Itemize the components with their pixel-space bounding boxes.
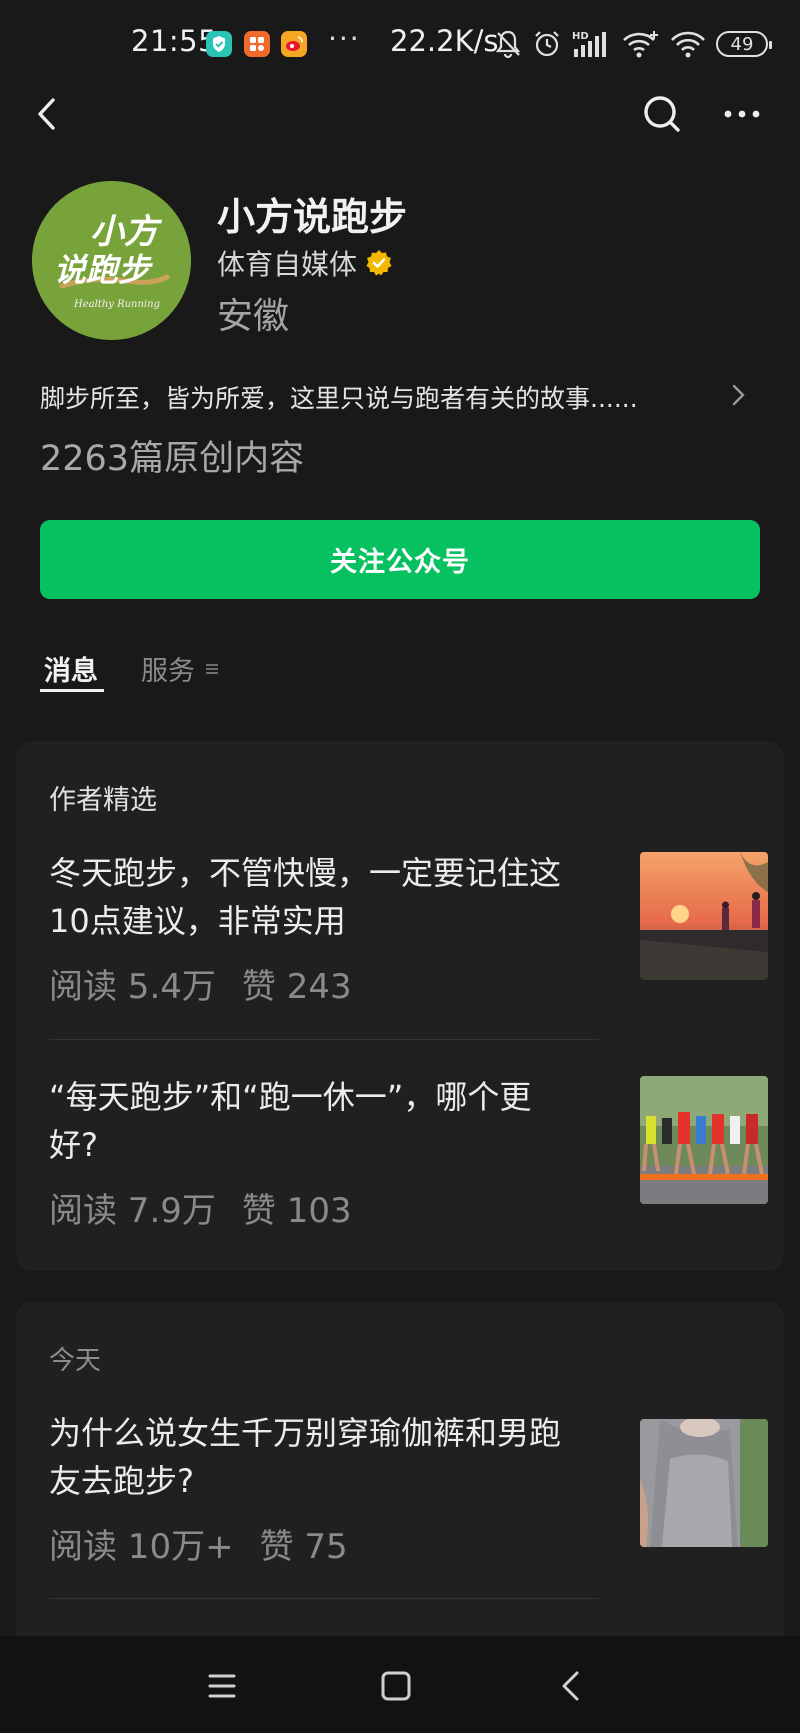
- article-meta: 阅读 10万+ 赞 75: [49, 1519, 374, 1568]
- article-reads: 阅读 5.4万: [49, 967, 216, 1007]
- article-reads: 阅读 10万+: [49, 1527, 234, 1567]
- article-likes: 赞 103: [241, 1191, 352, 1231]
- chevron-right-icon[interactable]: [728, 380, 750, 410]
- account-region: 安徽: [217, 296, 290, 337]
- status-more-dots: ···: [328, 22, 361, 55]
- article-likes: 赞 75: [259, 1527, 348, 1567]
- original-count: 2263篇原创内容: [40, 439, 305, 479]
- tab-services[interactable]: 服务: [141, 649, 195, 688]
- network-speed: 22.2K/s: [390, 24, 499, 58]
- account-category: 体育自媒体: [217, 248, 358, 281]
- back-arrow-icon[interactable]: [26, 92, 70, 136]
- account-name: 小方说跑步: [217, 195, 408, 239]
- follow-button[interactable]: 关注公众号: [40, 520, 760, 599]
- battery-level: 49: [730, 33, 754, 55]
- avatar-tagline: Healthy Running: [73, 299, 160, 310]
- article-divider: [49, 1039, 599, 1040]
- avatar[interactable]: 小方 说跑步 Healthy Running: [32, 181, 191, 340]
- hd-signal-icon: HD: [572, 31, 606, 57]
- nav-back-icon[interactable]: [552, 1666, 592, 1706]
- article-thumbnail[interactable]: [640, 1076, 768, 1204]
- account-bio[interactable]: 脚步所至，皆为所爱，这里只说与跑者有关的故事......: [40, 379, 740, 415]
- photo-app-icon: [244, 31, 270, 57]
- svg-text:HD: HD: [572, 31, 589, 42]
- article-reads: 阅读 7.9万: [49, 1191, 216, 1231]
- verified-badge-icon: [366, 250, 392, 276]
- featured-card: 作者精选 冬天跑步，不管快慢，一定要记住这10点建议，非常实用 阅读 5.4万赞…: [16, 741, 784, 1271]
- article-title[interactable]: 为什么说女生千万别穿瑜伽裤和男跑友去跑步?: [49, 1409, 579, 1505]
- featured-label: 作者精选: [49, 785, 157, 816]
- services-menu-icon[interactable]: [205, 662, 219, 676]
- article-meta: 阅读 5.4万赞 243: [49, 959, 378, 1008]
- shield-app-icon: [206, 31, 232, 57]
- menu-icon[interactable]: [202, 1666, 242, 1706]
- article-likes: 赞 243: [241, 967, 352, 1007]
- article-item[interactable]: 冬天跑步，不管快慢，一定要记住这10点建议，非常实用 阅读 5.4万赞 243: [49, 849, 769, 1007]
- tab-messages[interactable]: 消息: [44, 649, 98, 688]
- wifi-plus-icon: [623, 31, 658, 58]
- more-dots-icon[interactable]: [718, 90, 766, 138]
- search-icon[interactable]: [638, 90, 686, 138]
- top-bar: [0, 88, 800, 140]
- system-nav-bar: [0, 1636, 800, 1733]
- today-label: 今天: [49, 1346, 102, 1376]
- wifi-icon: [671, 31, 705, 58]
- status-bar: 21:55 ··· 22.2K/s HD 49: [0, 0, 800, 88]
- article-title[interactable]: 冬天跑步，不管快慢，一定要记住这10点建议，非常实用: [49, 849, 579, 945]
- status-system-icons: HD 49: [494, 26, 772, 62]
- article-thumbnail[interactable]: [640, 1419, 768, 1547]
- article-item[interactable]: “每天跑步”和“跑一休一”，哪个更好? 阅读 7.9万赞 103: [49, 1073, 769, 1231]
- article-divider: [49, 1598, 599, 1599]
- weibo-icon: [281, 31, 307, 57]
- status-time: 21:55: [131, 24, 218, 58]
- mute-bell-icon: [495, 30, 521, 59]
- article-meta: 阅读 7.9万赞 103: [49, 1183, 378, 1232]
- article-thumbnail[interactable]: [640, 852, 768, 980]
- avatar-text-line1: 小方: [90, 212, 163, 252]
- home-square-icon[interactable]: [376, 1666, 416, 1706]
- article-item[interactable]: 为什么说女生千万别穿瑜伽裤和男跑友去跑步? 阅读 10万+ 赞 75: [49, 1409, 769, 1567]
- battery-icon: 49: [716, 31, 772, 57]
- avatar-text-line2: 说跑步: [54, 251, 153, 289]
- alarm-icon: [535, 31, 559, 57]
- article-title[interactable]: “每天跑步”和“跑一休一”，哪个更好?: [49, 1073, 579, 1169]
- tab-active-indicator: [40, 689, 104, 692]
- category-row: 体育自媒体: [217, 243, 393, 283]
